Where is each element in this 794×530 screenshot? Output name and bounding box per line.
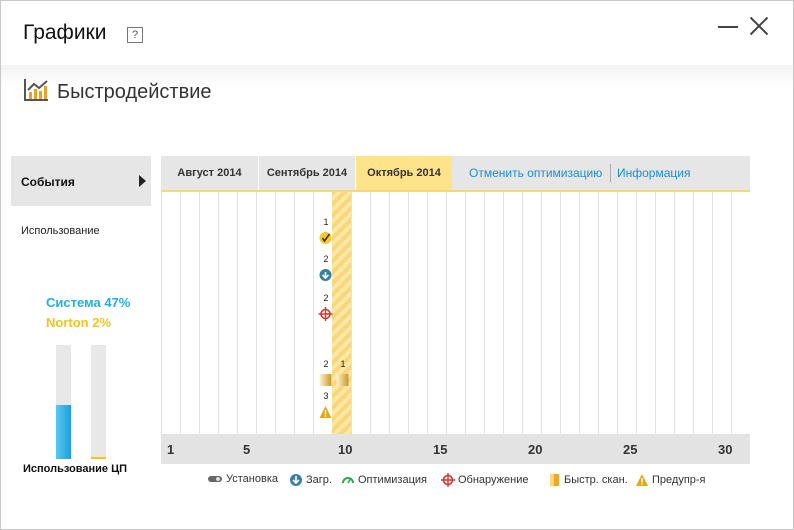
link-separator xyxy=(610,164,611,182)
x-tick-label: 5 xyxy=(243,442,251,457)
section-title: Быстродействие xyxy=(57,81,212,103)
tab-month-september[interactable]: Сентябрь 2014 xyxy=(259,156,356,190)
event-count: 2 xyxy=(324,293,329,303)
x-tick-label: 10 xyxy=(338,442,353,457)
detection-icon[interactable] xyxy=(318,307,333,321)
optimization-icon[interactable] xyxy=(319,232,332,244)
x-tick-label: 15 xyxy=(433,442,448,457)
undo-optimization-link[interactable]: Отменить оптимизацию xyxy=(469,156,602,190)
legend-item-optimization: Оптимизация xyxy=(341,473,427,487)
quick-scan-icon xyxy=(550,474,559,486)
event-count: 2 xyxy=(324,254,329,264)
warning-icon xyxy=(636,474,648,486)
current-day-highlight xyxy=(332,192,351,434)
norton-cpu-label: Norton 2% xyxy=(46,315,111,330)
information-link[interactable]: Информация xyxy=(617,156,690,190)
event-count: 3 xyxy=(324,391,329,401)
chart-header: Август 2014 Сентябрь 2014 Октябрь 2014 О… xyxy=(161,156,750,190)
legend-label-optimization: Оптимизация xyxy=(358,473,427,486)
legend-item-detection: Обнаружение xyxy=(441,473,528,487)
warning-icon[interactable] xyxy=(319,406,332,418)
legend-label-warning: Предупр-я xyxy=(652,473,706,486)
norton-cpu-bar-fill xyxy=(91,456,106,459)
x-axis: 1 5 10 15 20 25 30 xyxy=(161,434,750,464)
x-tick-label: 1 xyxy=(167,442,175,457)
system-cpu-label: Система 47% xyxy=(46,295,131,310)
performance-icon xyxy=(24,79,48,101)
sidebar-tab-events[interactable]: События xyxy=(11,156,151,206)
x-tick-label: 20 xyxy=(528,442,543,457)
legend-label-download: Загр. xyxy=(306,473,332,486)
x-tick-label: 30 xyxy=(718,442,733,457)
sidebar-tab-usage[interactable]: Использование xyxy=(21,225,100,237)
window-title: Графики xyxy=(23,21,107,44)
event-count: 1 xyxy=(341,359,346,369)
quick-scan-icon[interactable] xyxy=(319,374,332,386)
download-icon[interactable] xyxy=(319,269,332,281)
legend-label-detection: Обнаружение xyxy=(458,473,529,486)
norton-cpu-bar xyxy=(91,345,106,459)
system-cpu-bar-fill xyxy=(56,405,71,459)
cpu-usage-caption: Использование ЦП xyxy=(23,463,128,475)
quick-scan-icon[interactable] xyxy=(336,374,349,386)
legend-item-install: Установка xyxy=(207,473,278,485)
tab-month-august[interactable]: Август 2014 xyxy=(161,156,259,190)
legend-item-download: Загр. xyxy=(289,473,332,487)
sidebar-tab-events-label: События xyxy=(21,175,75,189)
optimization-icon xyxy=(342,477,354,484)
detection-icon xyxy=(441,473,455,487)
tab-month-october[interactable]: Октябрь 2014 xyxy=(356,156,452,190)
help-icon[interactable]: ? xyxy=(127,27,143,43)
legend-item-warning: Предупр-я xyxy=(635,473,706,487)
title-bar: Графики ? xyxy=(1,1,793,65)
system-cpu-bar xyxy=(56,345,71,459)
events-chart: 1 2 2 2 1 3 xyxy=(161,192,750,434)
window: Графики ? Быстродействие События Использ… xyxy=(0,0,794,530)
event-count: 2 xyxy=(324,359,329,369)
install-icon xyxy=(208,476,222,483)
x-tick-label: 25 xyxy=(623,442,638,457)
chevron-right-icon xyxy=(139,175,146,187)
legend-item-quick-scan: Быстр. скан. xyxy=(549,473,628,487)
minimize-button[interactable] xyxy=(717,15,739,37)
legend-label-quick-scan: Быстр. скан. xyxy=(564,473,628,486)
close-button[interactable] xyxy=(747,15,769,37)
legend-label-install: Установка xyxy=(226,473,278,485)
event-count: 1 xyxy=(324,217,329,227)
download-icon xyxy=(290,474,302,486)
